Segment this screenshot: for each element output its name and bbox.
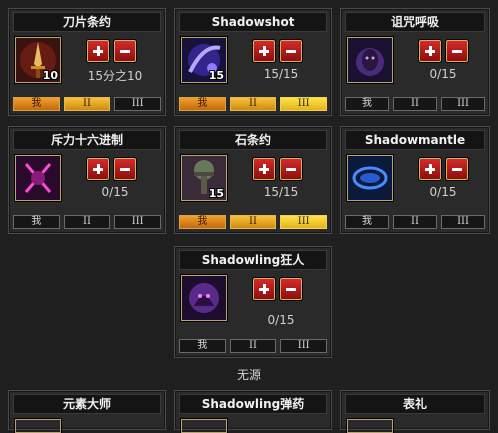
tier-2[interactable]: II [63, 215, 111, 229]
tier-bar: 我 II III [13, 97, 162, 111]
tier-bar: 我 II III [179, 339, 328, 353]
rank-count: 15/15 [263, 67, 299, 81]
dagger-icon[interactable]: 10 [15, 37, 61, 83]
talent-title: 石条约 [179, 130, 327, 150]
talent-title: Shadowshot [179, 12, 327, 32]
talent-card-stone-pact: 石条约 15 15/15 我 II III [174, 126, 332, 234]
tier-1[interactable]: 我 [345, 215, 389, 229]
no-passive-label: 无源 [236, 368, 261, 382]
tier-bar: 我 II III [345, 97, 485, 111]
rank-count: 0/15 [101, 185, 129, 199]
shadowling-frenzy-icon[interactable] [181, 275, 227, 321]
shadowling-ammo-icon[interactable] [181, 419, 227, 433]
tier-3[interactable]: III [441, 97, 485, 111]
increase-button[interactable] [87, 158, 109, 180]
tier-3[interactable]: III [280, 339, 328, 353]
shadowshot-icon[interactable]: 15 [181, 37, 227, 83]
tier-1[interactable]: 我 [179, 339, 226, 353]
talent-title: Shadowling狂人 [179, 250, 327, 270]
decrease-button[interactable] [114, 40, 136, 62]
talent-title: 诅咒呼吸 [345, 12, 485, 32]
tier-bar: 我 II III [179, 215, 328, 229]
tier-1[interactable]: 我 [179, 97, 226, 111]
increase-button[interactable] [419, 158, 441, 180]
decrease-button[interactable] [280, 40, 302, 62]
rank-number: 10 [42, 69, 58, 82]
tier-1[interactable]: 我 [13, 215, 60, 229]
talent-card-blade-pact: 刀片条约 10 15分之10 我 II III [8, 8, 166, 116]
tier-1[interactable]: 我 [345, 97, 389, 111]
decrease-button[interactable] [280, 278, 302, 300]
tier-bar: 我 II III [345, 215, 485, 229]
increase-button[interactable] [419, 40, 441, 62]
tier-2[interactable]: II [229, 339, 277, 353]
rank-number: 15 [208, 187, 224, 200]
gift-icon[interactable] [347, 419, 393, 433]
talent-title: 斥力十六进制 [13, 130, 161, 150]
decrease-button[interactable] [280, 158, 302, 180]
tier-3[interactable]: III [114, 97, 162, 111]
tier-3[interactable]: III [114, 215, 162, 229]
element-master-icon[interactable] [15, 419, 61, 433]
tier-bar: 我 II III [13, 215, 162, 229]
talent-card-shadowshot: Shadowshot 15 15/15 我 II III [174, 8, 332, 116]
decrease-button[interactable] [446, 158, 468, 180]
decrease-button[interactable] [114, 158, 136, 180]
tier-1[interactable]: 我 [179, 215, 226, 229]
stone-pact-icon[interactable]: 15 [181, 155, 227, 201]
talent-title: 表礼 [345, 394, 485, 414]
rank-count: 15/15 [263, 185, 299, 199]
talent-card-element-master: 元素大师 [8, 390, 166, 433]
talent-card-shadowling-ammo: Shadowling弹药 [174, 390, 332, 433]
talent-title: Shadowling弹药 [179, 394, 327, 414]
cursed-breath-icon[interactable] [347, 37, 393, 83]
tier-2[interactable]: II [63, 97, 111, 111]
tier-3[interactable]: III [280, 97, 328, 111]
rank-count: 0/15 [429, 185, 457, 199]
tier-1[interactable]: 我 [13, 97, 60, 111]
talent-card-shadowling-frenzy: Shadowling狂人 0/15 我 II III [174, 246, 332, 358]
increase-button[interactable] [253, 278, 275, 300]
rank-count: 0/15 [429, 67, 457, 81]
talent-card-gift: 表礼 [340, 390, 490, 433]
talent-title: 刀片条约 [13, 12, 161, 32]
increase-button[interactable] [253, 158, 275, 180]
talent-card-repulsion-hex: 斥力十六进制 0/15 我 II III [8, 126, 166, 234]
talent-title: 元素大师 [13, 394, 161, 414]
talent-title: Shadowmantle [345, 130, 485, 150]
tier-3[interactable]: III [441, 215, 485, 229]
shadowmantle-icon[interactable] [347, 155, 393, 201]
talent-card-shadowmantle: Shadowmantle 0/15 我 II III [340, 126, 490, 234]
talent-card-cursed-breath: 诅咒呼吸 0/15 我 II III [340, 8, 490, 116]
rank-number: 15 [208, 69, 224, 82]
rank-count: 0/15 [267, 313, 295, 327]
increase-button[interactable] [253, 40, 275, 62]
tier-2[interactable]: II [229, 215, 277, 229]
tier-2[interactable]: II [229, 97, 277, 111]
decrease-button[interactable] [446, 40, 468, 62]
tier-2[interactable]: II [393, 97, 437, 111]
rank-count: 15分之10 [87, 69, 143, 83]
tier-3[interactable]: III [280, 215, 328, 229]
tier-2[interactable]: II [393, 215, 437, 229]
increase-button[interactable] [87, 40, 109, 62]
repulsion-hex-icon[interactable] [15, 155, 61, 201]
tier-bar: 我 II III [179, 97, 328, 111]
